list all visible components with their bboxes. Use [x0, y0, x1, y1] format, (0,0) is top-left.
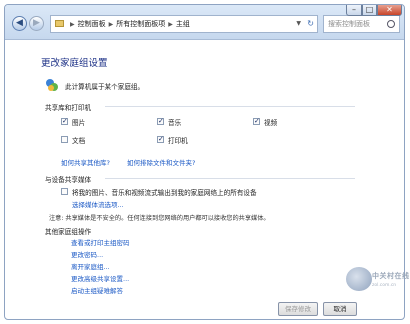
leave-homegroup-link[interactable]: 离开家庭组... — [71, 261, 110, 271]
address-bar[interactable]: ▶ 控制面板 ▶ 所有控制面板项 ▶ 主组 ▼ ↻ — [50, 15, 318, 33]
troubleshoot-link[interactable]: 启动主组疑难解答 — [71, 285, 123, 295]
change-password-link[interactable]: 更改密码... — [71, 249, 103, 259]
view-password-link[interactable]: 查看或打印主组密码 — [71, 237, 130, 247]
save-button[interactable]: 保存修改 — [278, 302, 318, 316]
watermark-text: 中关村在线 — [372, 272, 410, 280]
documents-label: 文档 — [72, 137, 86, 145]
videos-label: 视频 — [264, 119, 278, 127]
section-divider — [105, 178, 355, 179]
documents-checkbox[interactable] — [61, 136, 68, 143]
music-label: 音乐 — [168, 119, 182, 127]
printers-checkbox[interactable]: ✓ — [157, 136, 164, 143]
media-stream-checkbox[interactable] — [61, 188, 68, 195]
breadcrumb-all-items[interactable]: 所有控制面板项 — [116, 20, 165, 28]
breadcrumb-separator: ▶ — [168, 21, 173, 28]
main-content: 更改家庭组设置 此计算机属于某个家庭组。 共享库和打印机 ✓ 图片 ✓ 音乐 ✓… — [5, 40, 404, 319]
forward-button[interactable]: ▶ — [29, 16, 44, 31]
advanced-sharing-link[interactable]: 更改高级共享设置... — [71, 273, 129, 283]
videos-checkbox[interactable]: ✓ — [253, 118, 260, 125]
close-button[interactable]: ✕ — [377, 5, 402, 16]
breadcrumb-control-panel[interactable]: 控制面板 — [78, 20, 106, 28]
back-button[interactable]: ◀ — [12, 16, 27, 31]
search-input[interactable]: 搜索控制面板 — [323, 15, 400, 33]
maximize-button[interactable]: □ — [362, 5, 377, 16]
window-chrome: ◀ ▶ ▶ 控制面板 ▶ 所有控制面板项 ▶ 主组 ▼ ↻ 搜索控制面板 – □ ✕ — [5, 5, 404, 40]
share-other-libraries-link[interactable]: 如何共享其他库? — [61, 157, 110, 167]
media-section-heading: 与设备共享媒体 — [45, 176, 92, 184]
media-security-note: 注意: 共享媒体是不安全的。任何连接到您网络的用户都可以接收您的共享媒体。 — [49, 215, 270, 222]
share-section-heading: 共享库和打印机 — [45, 104, 92, 112]
music-checkbox[interactable]: ✓ — [157, 118, 164, 125]
choose-media-options-link[interactable]: 选择媒体流选项... — [72, 199, 124, 209]
watermark-logo — [346, 267, 372, 291]
breadcrumb-separator: ▶ — [108, 21, 114, 28]
watermark-subtext: zol.com.cn — [372, 283, 397, 288]
search-icon — [387, 20, 395, 28]
breadcrumb-separator: ▶ — [70, 21, 75, 28]
refresh-icon[interactable]: ↻ — [307, 16, 314, 32]
cancel-button[interactable]: 取消 — [323, 302, 357, 316]
media-stream-label: 将我的图片、音乐和视频流式输出到我的家庭网络上的所有设备 — [72, 189, 257, 197]
breadcrumb-homegroup[interactable]: 主组 — [176, 20, 190, 28]
control-panel-window: ◀ ▶ ▶ 控制面板 ▶ 所有控制面板项 ▶ 主组 ▼ ↻ 搜索控制面板 – □ ✕ 更改… — [4, 4, 405, 320]
pictures-checkbox[interactable]: ✓ — [61, 118, 68, 125]
member-status-text: 此计算机属于某个家庭组。 — [65, 83, 145, 91]
page-title: 更改家庭组设置 — [41, 58, 108, 69]
printers-label: 打印机 — [168, 137, 188, 145]
exclude-files-link[interactable]: 如何排除文件和文件夹? — [127, 157, 195, 167]
section-divider — [105, 106, 355, 107]
pictures-label: 图片 — [72, 119, 86, 127]
homegroup-icon — [46, 79, 58, 91]
address-dropdown-icon[interactable]: ▼ — [296, 16, 301, 32]
folder-icon — [55, 20, 64, 27]
search-placeholder: 搜索控制面板 — [328, 20, 370, 28]
other-actions-heading: 其他家庭组操作 — [45, 228, 92, 236]
minimize-button[interactable]: – — [346, 5, 362, 16]
